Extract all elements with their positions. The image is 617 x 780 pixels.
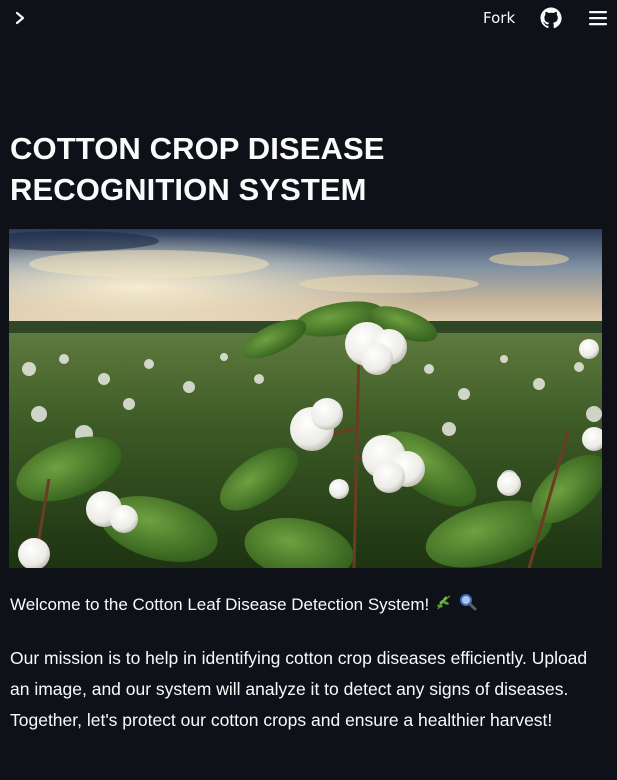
welcome-label: Welcome to the Cotton Leaf Disease Detec… [10, 595, 430, 614]
mission-text: Our mission is to help in identifying co… [10, 648, 588, 730]
cotton-field-image [9, 229, 602, 568]
sidebar-toggle-button[interactable] [8, 6, 32, 30]
hamburger-menu-icon[interactable] [587, 7, 609, 29]
github-icon[interactable] [539, 6, 563, 30]
welcome-text: Welcome to the Cotton Leaf Disease Detec… [10, 591, 610, 620]
cotton-field-illustration [9, 229, 602, 568]
app-header: Fork [0, 0, 617, 36]
magnifying-glass-icon [459, 592, 477, 620]
fork-link[interactable]: Fork [483, 6, 515, 30]
page-title: COTTON CROP DISEASE RECOGNITION SYSTEM [10, 131, 385, 207]
herb-icon [435, 592, 453, 620]
chevron-right-icon [15, 11, 25, 25]
